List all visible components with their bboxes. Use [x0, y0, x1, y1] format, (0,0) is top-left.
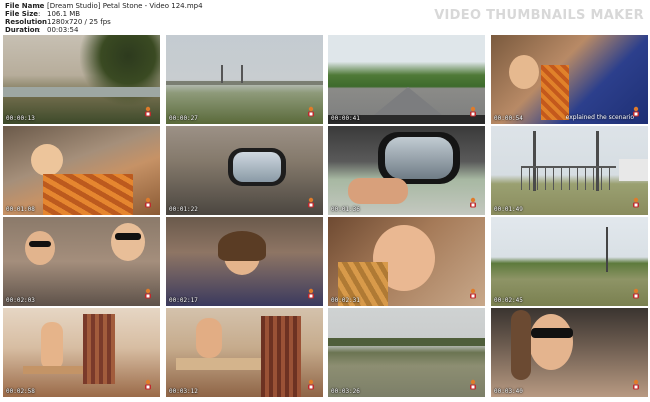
mirror-glass: [385, 137, 453, 179]
subtitle-caption: explained the scenario: [565, 114, 634, 121]
separator: :: [38, 10, 41, 18]
timestamp: 00:03:12: [169, 388, 198, 395]
timestamp: 00:03:26: [331, 388, 360, 395]
timestamp: 00:02:45: [494, 297, 523, 304]
sunglasses: [115, 233, 141, 240]
studio-logo-icon: [306, 285, 316, 299]
studio-logo-icon: [631, 285, 641, 299]
thumbnail[interactable]: 00:01:22: [166, 126, 323, 215]
studio-logo-icon: [468, 376, 478, 390]
person-face: [529, 314, 573, 370]
water-strip: [3, 87, 160, 97]
person-face: [111, 223, 145, 261]
thumbnail[interactable]: 00:03:40: [491, 308, 648, 397]
mirror-glass: [233, 152, 281, 182]
thumbnail[interactable]: 00:01:49: [491, 126, 648, 215]
person-face: [25, 231, 55, 265]
hair: [218, 231, 266, 261]
timestamp: 00:00:41: [331, 115, 360, 122]
resolution-value: 1280x720 / 25 fps: [47, 18, 111, 26]
brand-watermark: VIDEO THUMBNAILS MAKER: [434, 8, 644, 23]
trailer: [619, 159, 648, 181]
file-size-row: File Size: 106.1 MB: [5, 10, 203, 18]
separator: :: [38, 2, 41, 10]
thumbnail[interactable]: 00:00:27: [166, 35, 323, 124]
studio-logo-icon: [143, 285, 153, 299]
sunglasses: [29, 241, 51, 247]
thumbnail[interactable]: 00:00:41: [328, 35, 485, 124]
plaid-shirt: [261, 316, 301, 397]
studio-logo-icon: [631, 194, 641, 208]
studio-logo-icon: [468, 103, 478, 117]
sunglasses: [531, 328, 573, 338]
studio-logo-icon: [143, 376, 153, 390]
tree-line: [328, 338, 485, 346]
timestamp: 00:01:08: [6, 206, 35, 213]
person-figure: [196, 318, 222, 358]
timestamp: 00:02:03: [6, 297, 35, 304]
timestamp: 00:01:36: [331, 206, 360, 213]
duration-row: Duration: 00:03:54: [5, 26, 203, 34]
plaid-shirt: [83, 314, 115, 384]
file-info-header: File Name: [Dream Studio] Petal Stone - V…: [0, 0, 650, 34]
studio-logo-icon: [306, 103, 316, 117]
timestamp: 00:00:13: [6, 115, 35, 122]
person-figure: [41, 322, 63, 370]
thumbnail[interactable]: 00:01:08: [3, 126, 160, 215]
studio-logo-icon: [306, 194, 316, 208]
resolution-row: Resolution: 1280x720 / 25 fps: [5, 18, 203, 26]
timestamp: 00:03:40: [494, 388, 523, 395]
thumbnail[interactable]: 00:02:03: [3, 217, 160, 306]
file-name-label: File Name: [5, 2, 45, 10]
studio-logo-icon: [468, 285, 478, 299]
file-metadata: File Name: [Dream Studio] Petal Stone - V…: [5, 2, 203, 34]
hand: [348, 178, 408, 204]
timestamp: 00:02:17: [169, 297, 198, 304]
studio-logo-icon: [468, 194, 478, 208]
resolution-label: Resolution: [5, 18, 48, 26]
thumbnail[interactable]: 00:00:13: [3, 35, 160, 124]
timestamp: 00:00:27: [169, 115, 198, 122]
timestamp: 00:01:22: [169, 206, 198, 213]
separator: :: [38, 18, 41, 26]
file-name-row: File Name: [Dream Studio] Petal Stone - V…: [5, 2, 203, 10]
blanket: [43, 174, 133, 215]
thumbnail[interactable]: 00:01:36: [328, 126, 485, 215]
studio-logo-icon: [143, 103, 153, 117]
separator: :: [38, 26, 41, 34]
thumbnail[interactable]: 00:02:31: [328, 217, 485, 306]
table: [176, 358, 271, 370]
timestamp: 00:02:31: [331, 297, 360, 304]
studio-logo-icon: [631, 103, 641, 117]
thumbnail-grid: 00:00:13 00:00:27 00:00:41 00:00:54 expl…: [3, 35, 649, 399]
pole: [606, 227, 608, 272]
studio-logo-icon: [306, 376, 316, 390]
file-size-label: File Size: [5, 10, 39, 18]
thumbnail[interactable]: 00:02:58: [3, 308, 160, 397]
horizon-line: [166, 81, 323, 85]
file-name-value: [Dream Studio] Petal Stone - Video 124.m…: [47, 2, 203, 10]
timestamp: 00:02:58: [6, 388, 35, 395]
studio-logo-icon: [143, 194, 153, 208]
thumbnail[interactable]: 00:02:45: [491, 217, 648, 306]
blanket: [541, 65, 569, 120]
hair: [511, 310, 531, 380]
duration-value: 00:03:54: [47, 26, 79, 34]
duration-label: Duration: [5, 26, 40, 34]
file-size-value: 106.1 MB: [47, 10, 81, 18]
thumbnail[interactable]: 00:03:12: [166, 308, 323, 397]
person-face: [31, 144, 63, 176]
studio-logo-icon: [631, 376, 641, 390]
timestamp: 00:01:49: [494, 206, 523, 213]
person-face: [509, 55, 539, 89]
timestamp: 00:00:54: [494, 115, 523, 122]
thumbnail[interactable]: 00:00:54 explained the scenario: [491, 35, 648, 124]
structure-silhouette: [221, 65, 243, 83]
thumbnail[interactable]: 00:03:26: [328, 308, 485, 397]
thumbnail[interactable]: 00:02:17: [166, 217, 323, 306]
fence: [521, 166, 616, 190]
